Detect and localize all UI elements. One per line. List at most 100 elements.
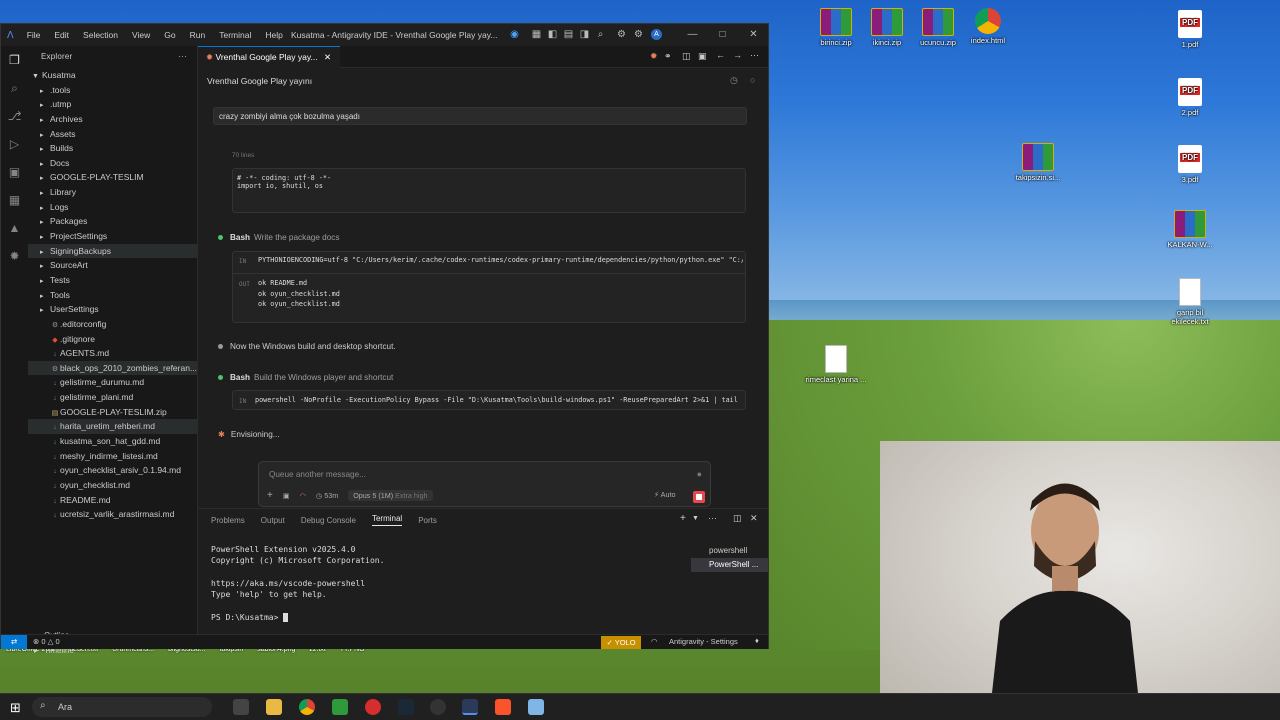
bell-icon[interactable]: ♦ <box>755 636 759 645</box>
panel-toggle-icon[interactable]: ▤ <box>563 29 574 40</box>
agent-icon[interactable]: ✹ <box>650 51 658 62</box>
run-debug-icon[interactable]: ▷ <box>1 130 28 158</box>
settings-status[interactable]: Antigravity - Settings <box>669 637 738 646</box>
tree-file[interactable]: ↓ ucretsiz_varlik_arastirmasi.md <box>28 507 197 522</box>
menu-selection[interactable]: Selection <box>76 30 125 40</box>
obs-icon[interactable] <box>430 699 446 715</box>
layout-icon[interactable]: ▦ <box>531 29 542 40</box>
close-panel-icon[interactable]: ✕ <box>750 513 758 524</box>
tree-folder[interactable]: ▸ Docs <box>28 156 197 171</box>
stop-button[interactable] <box>693 491 705 503</box>
composer-input[interactable]: Queue another message... <box>269 470 366 479</box>
taskbar-search[interactable]: ⌕ Ara <box>32 697 212 717</box>
tab-debug-console[interactable]: Debug Console <box>301 516 356 525</box>
menu-terminal[interactable]: Terminal <box>212 30 258 40</box>
extensions-icon[interactable]: ▦ <box>1 186 28 214</box>
terminal-item[interactable]: PowerShell ... <box>691 558 768 572</box>
tab-agent-conversation[interactable]: ✹ Vrenthal Google Play yay... ✕ <box>198 46 340 68</box>
file-explorer-icon[interactable] <box>266 699 282 715</box>
tab-terminal[interactable]: Terminal <box>371 514 403 526</box>
tree-folder[interactable]: ▸ Library <box>28 185 197 200</box>
tree-file[interactable]: ⚙ .editorconfig <box>28 317 197 332</box>
desktop-icon-kalkan[interactable]: KALKAN-W... <box>1158 210 1222 249</box>
desktop-icon-index[interactable]: index.html <box>956 8 1020 45</box>
secondary-sidebar-icon[interactable]: ◨ <box>579 29 590 40</box>
search-icon[interactable]: ⌕ <box>1 74 28 102</box>
user-message[interactable]: crazy zombiyi alma çok bozulma yaşadı <box>213 107 747 125</box>
tree-folder[interactable]: ▸ SigningBackups <box>28 243 197 259</box>
tree-file[interactable]: ↓ harita_uretim_rehberi.md <box>28 419 197 435</box>
desktop-icon-pdf2[interactable]: 2.pdf <box>1158 78 1222 117</box>
model-select[interactable]: Opus 5 (1M) Extra high <box>348 490 433 501</box>
history-icon[interactable]: ◷ <box>730 75 738 86</box>
terminal-item[interactable]: powershell <box>691 544 768 558</box>
close-icon[interactable]: ✕ <box>748 29 759 40</box>
menu-edit[interactable]: Edit <box>47 30 76 40</box>
task-view-icon[interactable] <box>233 699 249 715</box>
app-icon[interactable] <box>528 699 544 715</box>
tree-folder[interactable]: ▸ .utmp <box>28 97 197 112</box>
remote-icon[interactable]: ▣ <box>1 158 28 186</box>
tree-file[interactable]: ↓ oyun_checklist.md <box>28 478 197 493</box>
tree-folder[interactable]: ▸ Packages <box>28 214 197 229</box>
microphone-icon[interactable]: ● <box>697 469 702 479</box>
more-icon[interactable]: ··· <box>178 46 187 68</box>
source-control-icon[interactable]: ⎇ <box>1 102 28 130</box>
tree-folder[interactable]: ▸ Tools <box>28 288 197 303</box>
add-icon[interactable]: + <box>267 490 273 501</box>
app-icon[interactable] <box>332 699 348 715</box>
tree-file[interactable]: ↓ kusatma_son_hat_gdd.md <box>28 434 197 449</box>
attach-icon[interactable]: ▣ <box>283 491 290 500</box>
tree-file[interactable]: ↓ AGENTS.md <box>28 346 197 361</box>
desktop-icon-rimeclast[interactable]: rimeclast yarina ... <box>804 345 868 384</box>
minimize-icon[interactable]: — <box>687 29 698 40</box>
steam-icon[interactable] <box>398 699 414 715</box>
chrome-icon[interactable] <box>299 699 315 715</box>
tab-output[interactable]: Output <box>261 516 285 525</box>
tree-file[interactable]: ▤ GOOGLE-PLAY-TESLIM.zip <box>28 405 197 420</box>
mode-select[interactable]: ⚡ Auto <box>654 490 675 499</box>
tree-file[interactable]: ⚙ black_ops_2010_zombies_referan... <box>28 360 197 376</box>
maximize-icon[interactable]: □ <box>717 29 728 40</box>
avatar[interactable]: A <box>651 29 662 40</box>
menu-file[interactable]: File <box>20 30 48 40</box>
more-icon[interactable]: ··· <box>750 50 759 60</box>
tree-root[interactable]: ▼ Kusatma <box>28 68 197 83</box>
problems-indicator[interactable]: ⊗ 0 △ 0 <box>33 637 60 646</box>
antigravity-icon[interactable] <box>462 699 478 715</box>
gear-icon[interactable]: ⚙ <box>633 29 644 40</box>
message-composer[interactable]: Queue another message... ● + ▣ ◠ ◷ 53m O… <box>258 461 711 507</box>
new-chat-icon[interactable]: ○ <box>750 75 755 85</box>
yolo-badge[interactable]: ✓ YOLO <box>601 636 641 649</box>
menu-view[interactable]: View <box>125 30 157 40</box>
tree-folder[interactable]: ▸ Archives <box>28 112 197 127</box>
tree-folder[interactable]: ▸ Logs <box>28 200 197 215</box>
tree-folder[interactable]: ▸ Tests <box>28 273 197 288</box>
menu-run[interactable]: Run <box>183 30 213 40</box>
tree-folder[interactable]: ▸ .tools <box>28 83 197 98</box>
tab-problems[interactable]: Problems <box>211 516 245 525</box>
tree-folder[interactable]: ▸ SourceArt <box>28 258 197 273</box>
opera-icon[interactable] <box>365 699 381 715</box>
tab-ports[interactable]: Ports <box>418 516 437 525</box>
desktop-icon-pdf3[interactable]: 3.pdf <box>1158 145 1222 184</box>
sidebar-toggle-icon[interactable]: ◧ <box>547 29 558 40</box>
tree-folder[interactable]: ▸ GOOGLE-PLAY-TESLIM <box>28 170 197 185</box>
more-icon[interactable]: ··· <box>708 513 717 523</box>
copilot-icon[interactable]: ⚙ <box>616 29 627 40</box>
menu-go[interactable]: Go <box>157 30 182 40</box>
terminal-output[interactable]: PowerShell Extension v2025.4.0 Copyright… <box>211 544 384 623</box>
tree-folder[interactable]: ▸ ProjectSettings <box>28 229 197 244</box>
desktop-icon-takipsizin[interactable]: takipsizin.si... <box>1006 143 1070 182</box>
maximize-panel-icon[interactable]: ◫ <box>733 513 742 524</box>
split-icon[interactable]: ◫ <box>682 51 691 62</box>
back-icon[interactable]: ← <box>716 50 725 60</box>
search-icon[interactable]: ⌕ <box>595 29 606 40</box>
menu-help[interactable]: Help <box>258 30 289 40</box>
tree-file[interactable]: ↓ gelistirme_durumu.md <box>28 375 197 390</box>
remote-indicator-icon[interactable]: ⇄ <box>1 635 27 649</box>
agent-icon[interactable]: ✹ <box>1 242 28 270</box>
step-bash-build[interactable]: Bash Build the Windows player and shortcu… <box>218 373 393 382</box>
tree-file[interactable]: ↓ gelistirme_plani.md <box>28 390 197 405</box>
brave-icon[interactable] <box>495 699 511 715</box>
